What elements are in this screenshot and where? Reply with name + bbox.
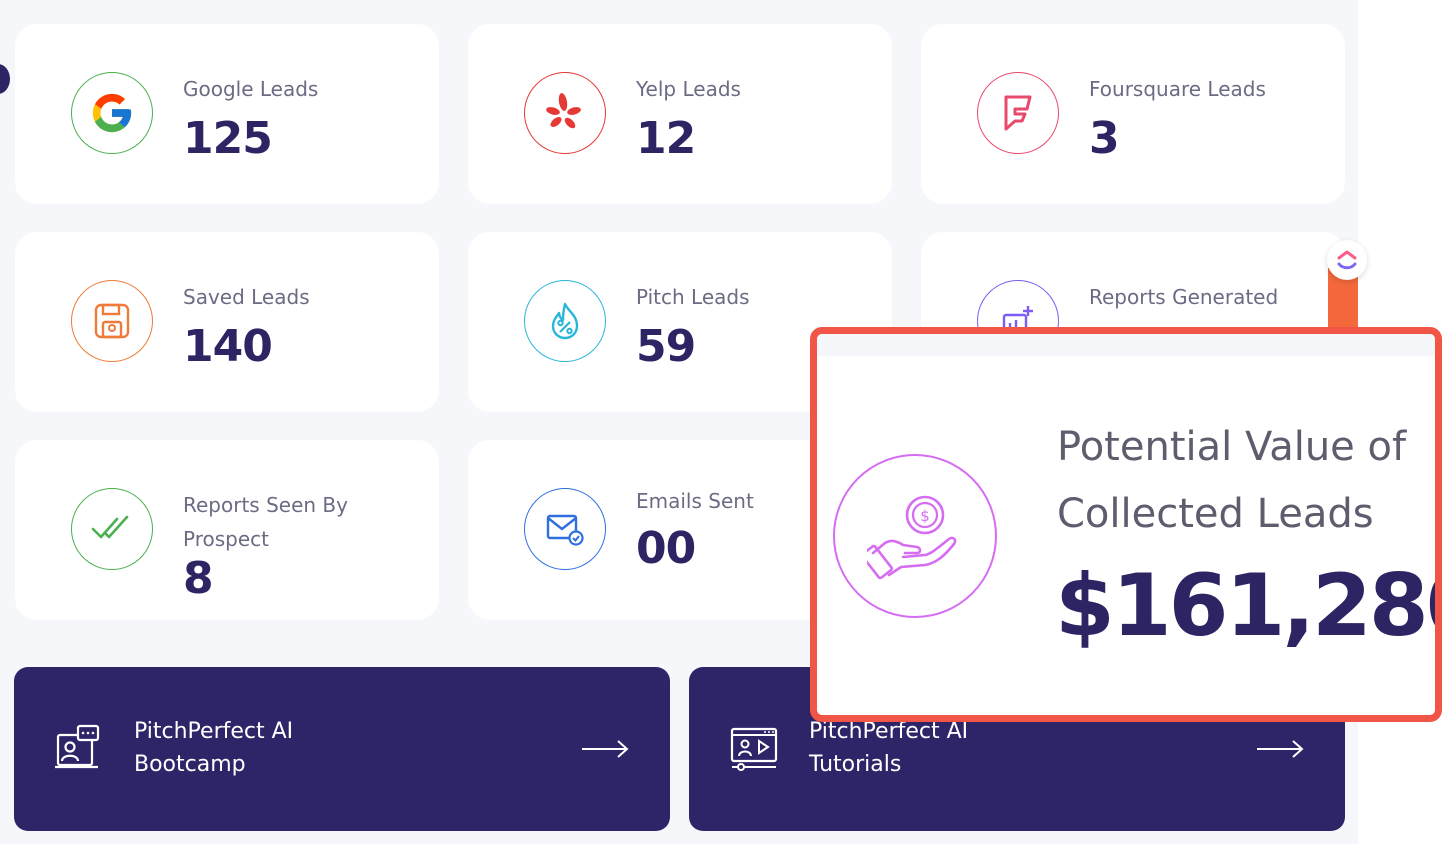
stat-card-yelp-leads[interactable]: Yelp Leads 12 (468, 24, 892, 204)
tutorials-label: PitchPerfect AI Tutorials (809, 715, 968, 781)
potential-value-label-line-2: Collected Leads (1057, 491, 1374, 537)
stat-card-foursquare-leads[interactable]: Foursquare Leads 3 (921, 24, 1345, 204)
banner-line-1: PitchPerfect AI (134, 719, 294, 744)
banner-line-2: Tutorials (809, 752, 902, 777)
money-hand-icon: $ (833, 454, 997, 618)
overlay-top-strip (817, 334, 1435, 356)
stat-value: 59 (636, 321, 696, 372)
section-heading-clipped (14, 0, 164, 6)
save-icon (71, 280, 153, 362)
stat-label: Reports Generated (1089, 285, 1279, 309)
stat-value: 125 (183, 113, 273, 164)
sidebar-toggle[interactable] (0, 64, 10, 94)
arrow-right-icon[interactable] (1255, 739, 1305, 763)
stat-value: 140 (183, 321, 273, 372)
stat-value: 12 (636, 113, 696, 164)
potential-value-label-line-1: Potential Value of (1057, 424, 1407, 470)
bootcamp-label: PitchPerfect AI Bootcamp (134, 715, 293, 781)
stat-value: 3 (1089, 113, 1120, 164)
arrow-right-icon[interactable] (580, 739, 630, 763)
banner-line-2: Bootcamp (134, 752, 246, 777)
svg-text:$: $ (920, 507, 930, 525)
stat-label: Google Leads (183, 77, 319, 101)
stat-value: 8 (183, 553, 214, 604)
stat-value: 00 (636, 523, 696, 574)
stat-card-saved-leads[interactable]: Saved Leads 140 (15, 232, 439, 412)
clickup-logo-icon[interactable] (1327, 240, 1367, 280)
foursquare-icon (977, 72, 1059, 154)
stat-card-reports-seen[interactable]: Reports Seen By Prospect 8 (15, 440, 439, 620)
stat-label: Yelp Leads (636, 77, 741, 101)
google-icon (71, 72, 153, 154)
stat-label: Foursquare Leads (1089, 77, 1266, 101)
yelp-icon (524, 72, 606, 154)
potential-value-highlight-card: $ Potential Value of Collected Leads $16… (810, 327, 1442, 722)
tutorial-video-icon (729, 723, 779, 777)
bootcamp-banner[interactable]: PitchPerfect AI Bootcamp (14, 667, 670, 831)
stat-card-google-leads[interactable]: Google Leads 125 (15, 24, 439, 204)
potential-value-amount: $161,280 (1055, 556, 1442, 656)
stat-label: Pitch Leads (636, 285, 750, 309)
email-check-icon (524, 488, 606, 570)
stat-label: Saved Leads (183, 285, 310, 309)
bootcamp-icon (54, 723, 104, 777)
potential-value-label: Potential Value of Collected Leads (1057, 414, 1435, 548)
stat-label: Reports Seen By Prospect (183, 493, 348, 551)
double-check-icon (71, 488, 153, 570)
flame-percent-icon (524, 280, 606, 362)
